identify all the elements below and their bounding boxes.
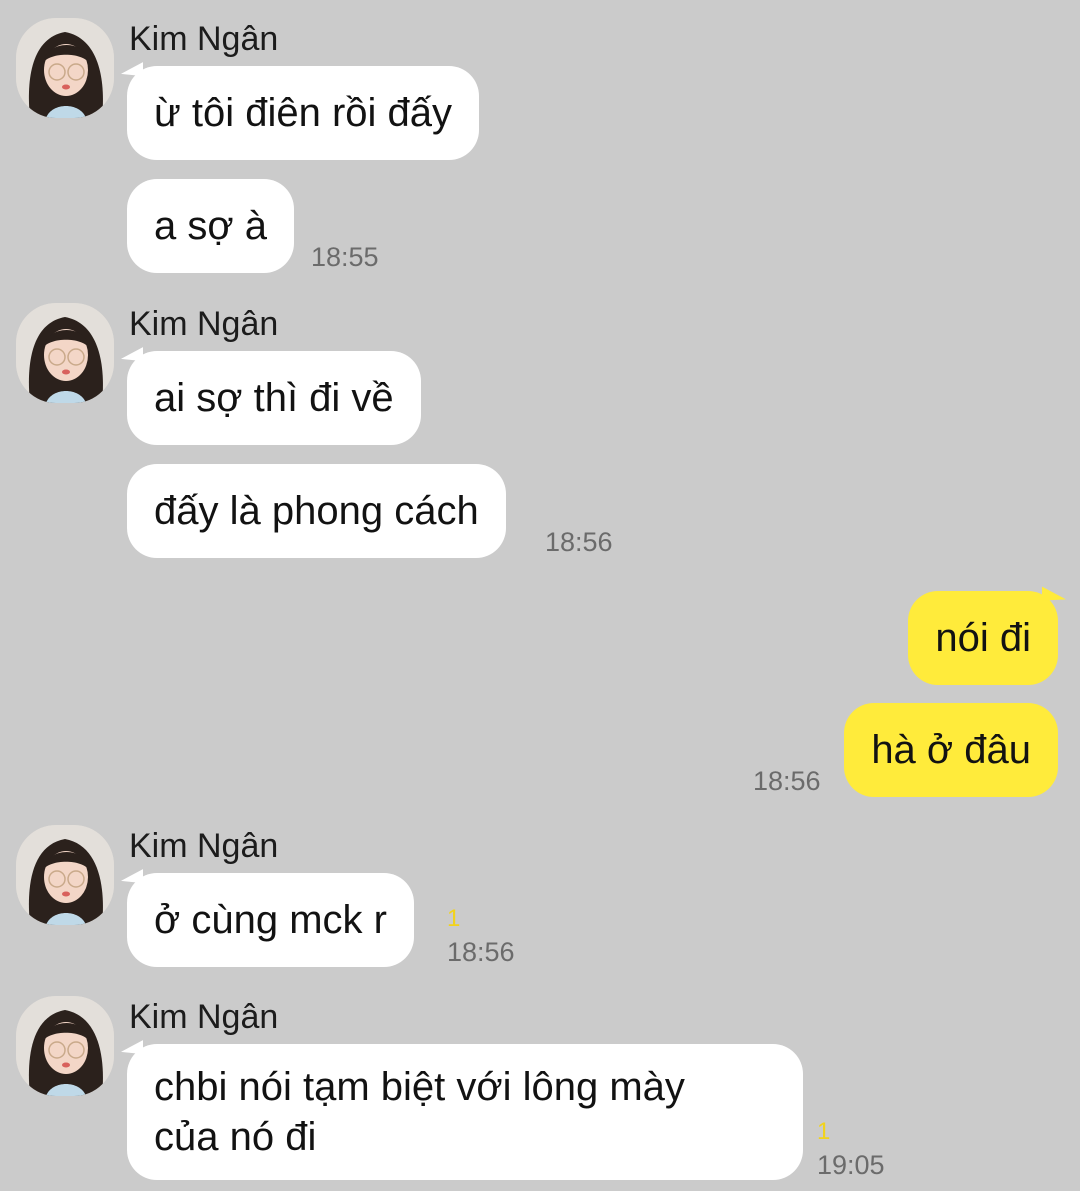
unread-count: 1 [447, 905, 461, 932]
contact-avatar[interactable] [16, 996, 114, 1096]
message-timestamp: 19:05 [817, 1150, 885, 1180]
avatar-photo-icon [16, 825, 114, 925]
sender-name: Kim Ngân [129, 20, 279, 58]
contact-avatar[interactable] [16, 303, 114, 403]
message-timestamp: 18:56 [447, 937, 515, 967]
message-line: của nó đi [154, 1115, 317, 1159]
contact-avatar[interactable] [16, 18, 114, 118]
message-timestamp: 18:56 [545, 527, 613, 557]
message-timestamp: 18:55 [311, 242, 379, 272]
message-bubble[interactable]: ừ tôi điên rồi đấy [127, 66, 480, 160]
sender-name: Kim Ngân [129, 827, 279, 865]
message-line: chbi nói tạm biệt với lông mày [154, 1065, 685, 1109]
avatar-photo-icon [16, 18, 114, 118]
message-bubble[interactable]: ai sợ thì đi về [127, 351, 421, 445]
message-bubble[interactable]: ở cùng mck r [127, 873, 414, 967]
my-message-bubble[interactable]: hà ở đâu [844, 703, 1058, 797]
message-bubble[interactable]: đấy là phong cách [127, 464, 506, 558]
avatar-photo-icon [16, 303, 114, 403]
sender-name: Kim Ngân [129, 305, 279, 343]
message-timestamp: 18:56 [753, 766, 821, 796]
my-message-bubble[interactable]: nói đi [908, 591, 1058, 685]
avatar-photo-icon [16, 996, 114, 1096]
message-bubble[interactable]: a sợ à [127, 179, 294, 273]
message-bubble[interactable]: chbi nói tạm biệt với lông mày của nó đi [127, 1044, 803, 1180]
sender-name: Kim Ngân [129, 998, 279, 1036]
contact-avatar[interactable] [16, 825, 114, 925]
unread-count: 1 [817, 1118, 831, 1145]
